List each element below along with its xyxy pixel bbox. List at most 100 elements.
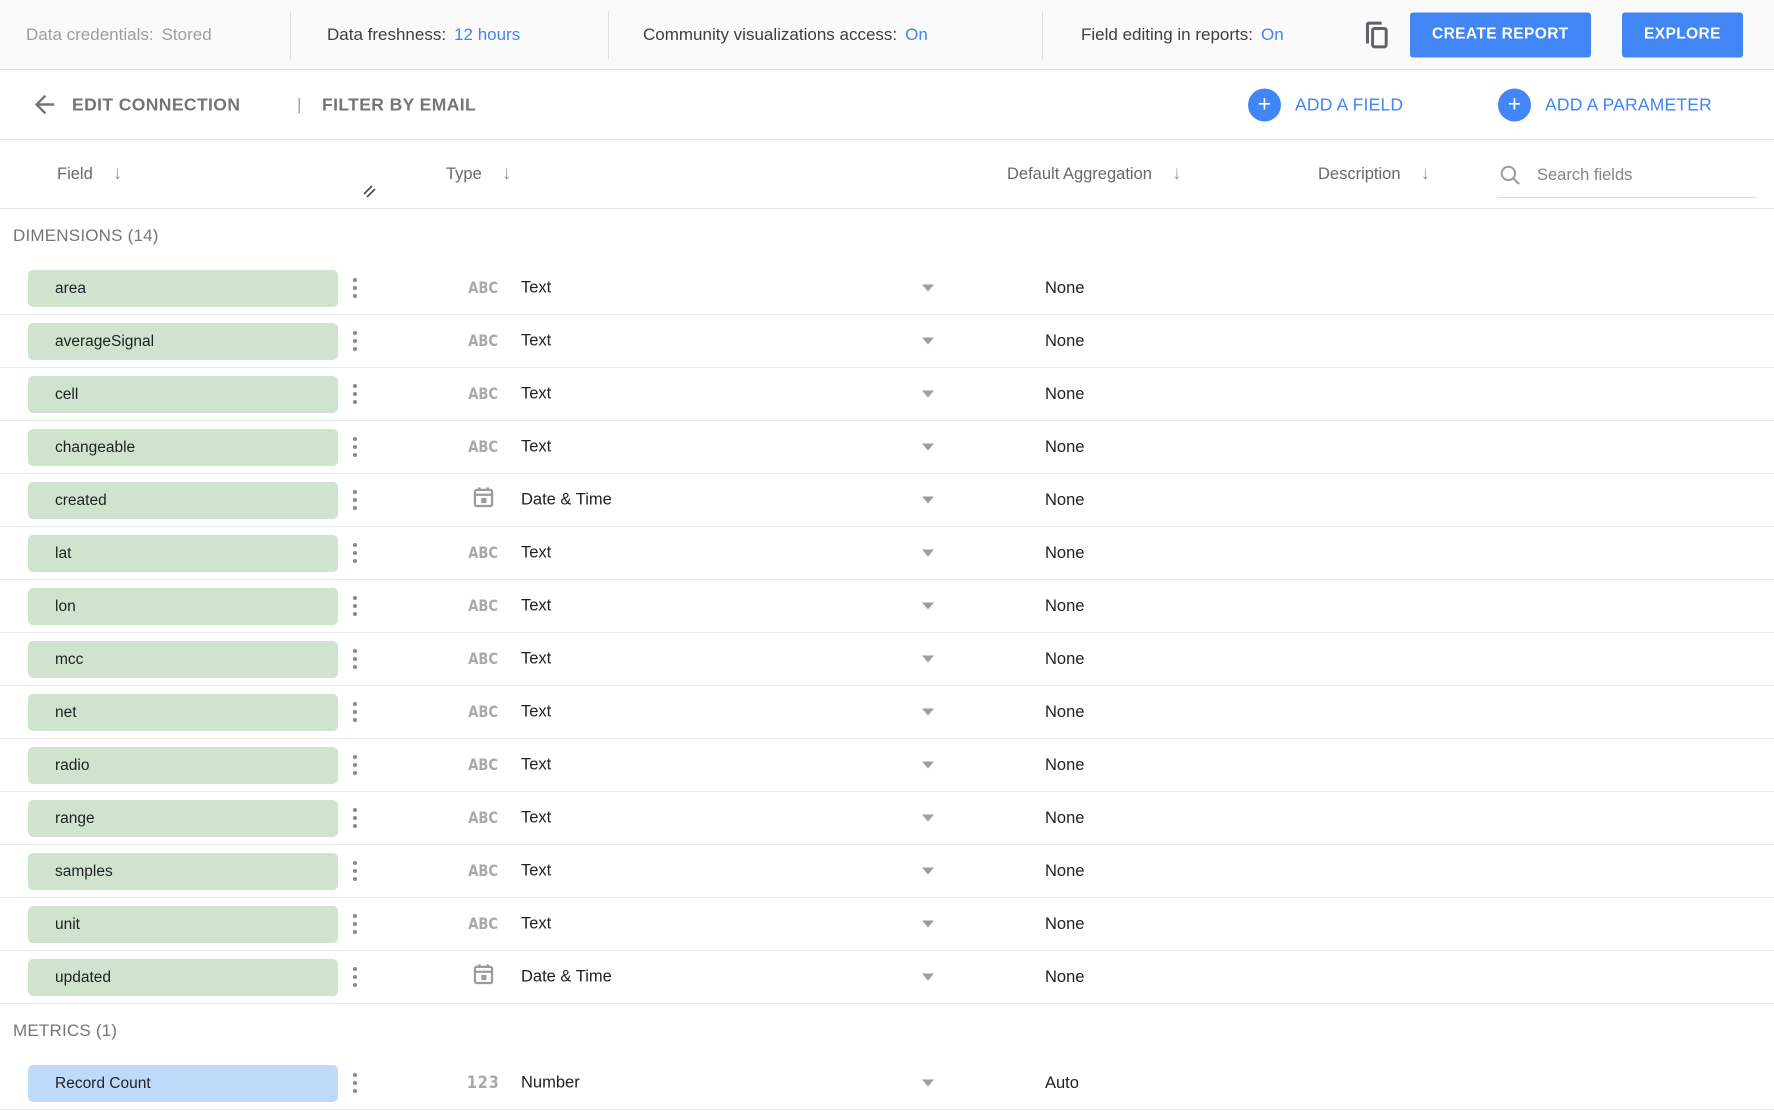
field-chip[interactable]: updated [28,959,338,996]
field-type-select[interactable]: ABC 123 Text [450,739,948,791]
field-options-menu-icon[interactable] [349,274,361,302]
field-type-select[interactable]: ABC 123 Text [450,686,948,738]
field-type-select[interactable]: ABC 123 Text [450,633,948,685]
field-chip[interactable]: lon [28,588,338,625]
field-options-menu-icon[interactable] [349,804,361,832]
description-cell[interactable] [1318,1057,1498,1109]
aggregation-select[interactable]: Auto [1045,1057,1165,1109]
field-chip[interactable]: samples [28,853,338,890]
aggregation-select[interactable]: None [1045,633,1165,685]
field-options-menu-icon[interactable] [349,433,361,461]
field-options-menu-icon[interactable] [349,592,361,620]
field-options-menu-icon[interactable] [349,857,361,885]
copy-icon[interactable] [1356,13,1396,57]
field-options-menu-icon[interactable] [349,645,361,673]
description-cell[interactable] [1318,368,1498,420]
field-options-menu-icon[interactable] [349,539,361,567]
field-type-select[interactable]: ABC 123 Text [450,368,948,420]
aggregation-select[interactable]: None [1045,421,1165,473]
description-cell[interactable] [1318,739,1498,791]
field-type-select[interactable]: ABC 123 Date & Time [450,474,948,526]
field-chip[interactable]: lat [28,535,338,572]
field-chip[interactable]: net [28,694,338,731]
aggregation-select[interactable]: None [1045,686,1165,738]
data-freshness-status[interactable]: Data freshness: 12 hours [327,25,520,45]
field-chip-label: lon [55,598,76,616]
field-type-select[interactable]: ABC 123 Text [450,421,948,473]
field-options-menu-icon[interactable] [349,963,361,991]
field-type-select[interactable]: ABC 123 Text [450,580,948,632]
field-chip[interactable]: cell [28,376,338,413]
data-credentials-status[interactable]: Data credentials: Stored [26,25,212,45]
aggregation-select[interactable]: None [1045,739,1165,791]
field-chip[interactable]: range [28,800,338,837]
description-cell[interactable] [1318,633,1498,685]
description-cell[interactable] [1318,421,1498,473]
description-cell[interactable] [1318,845,1498,897]
field-editing-value[interactable]: On [1261,25,1284,45]
field-type-select[interactable]: ABC 123 Text [450,527,948,579]
add-field-button[interactable]: + ADD A FIELD [1248,88,1403,121]
filter-by-email-button[interactable]: FILTER BY EMAIL [322,94,476,115]
aggregation-select[interactable]: None [1045,898,1165,950]
aggregation-select[interactable]: None [1045,845,1165,897]
back-button[interactable] [24,85,64,125]
field-chip[interactable]: mcc [28,641,338,678]
description-cell[interactable] [1318,580,1498,632]
aggregation-select[interactable]: None [1045,474,1165,526]
description-cell[interactable] [1318,527,1498,579]
aggregation-sort-icon[interactable]: ↓ [1172,163,1182,185]
description-sort-icon[interactable]: ↓ [1421,163,1431,185]
community-visualizations-value[interactable]: On [905,25,928,45]
field-chip[interactable]: area [28,270,338,307]
data-freshness-value[interactable]: 12 hours [454,25,520,45]
description-cell[interactable] [1318,951,1498,1003]
type-sort-icon[interactable]: ↓ [502,163,512,185]
field-options-menu-icon[interactable] [349,380,361,408]
description-cell[interactable] [1318,792,1498,844]
field-chip[interactable]: radio [28,747,338,784]
explore-button[interactable]: EXPLORE [1622,12,1743,57]
field-chip[interactable]: unit [28,906,338,943]
aggregation-select[interactable]: None [1045,951,1165,1003]
field-chip[interactable]: Record Count [28,1065,338,1102]
field-options-menu-icon[interactable] [349,486,361,514]
field-options-menu-icon[interactable] [349,751,361,779]
field-type-select[interactable]: ABC 123 Text [450,845,948,897]
field-editing-status[interactable]: Field editing in reports: On [1081,25,1284,45]
add-parameter-button[interactable]: + ADD A PARAMETER [1498,88,1712,121]
description-cell[interactable] [1318,686,1498,738]
create-report-button[interactable]: CREATE REPORT [1410,12,1591,57]
field-type-select[interactable]: ABC 123 Date & Time [450,951,948,1003]
field-options-menu-icon[interactable] [349,698,361,726]
description-cell[interactable] [1318,262,1498,314]
field-type-select[interactable]: ABC 123 Text [450,898,948,950]
field-chip[interactable]: averageSignal [28,323,338,360]
description-cell[interactable] [1318,898,1498,950]
aggregation-column-header: Default Aggregation ↓ [1007,163,1181,185]
field-type-select[interactable]: ABC 123 Text [450,792,948,844]
field-options-menu-icon[interactable] [349,1069,361,1097]
field-sort-icon[interactable]: ↓ [113,163,123,185]
field-options-menu-icon[interactable] [349,910,361,938]
aggregation-select[interactable]: None [1045,262,1165,314]
field-chip[interactable]: created [28,482,338,519]
description-cell[interactable] [1318,315,1498,367]
field-chip-label: changeable [55,439,135,457]
aggregation-select[interactable]: None [1045,580,1165,632]
field-type-select[interactable]: ABC 123 Number [450,1057,948,1109]
aggregation-select[interactable]: None [1045,527,1165,579]
description-cell[interactable] [1318,474,1498,526]
field-column-resize-handle[interactable] [361,184,378,205]
aggregation-select[interactable]: None [1045,315,1165,367]
edit-connection-button[interactable]: EDIT CONNECTION [72,94,240,115]
field-type-select[interactable]: ABC 123 Text [450,315,948,367]
aggregation-select[interactable]: None [1045,368,1165,420]
field-options-menu-icon[interactable] [349,327,361,355]
field-type-label: Text [521,862,551,881]
field-chip[interactable]: changeable [28,429,338,466]
community-visualizations-status[interactable]: Community visualizations access: On [643,25,928,45]
search-fields-input[interactable] [1537,166,1737,185]
aggregation-select[interactable]: None [1045,792,1165,844]
field-type-select[interactable]: ABC 123 Text [450,262,948,314]
